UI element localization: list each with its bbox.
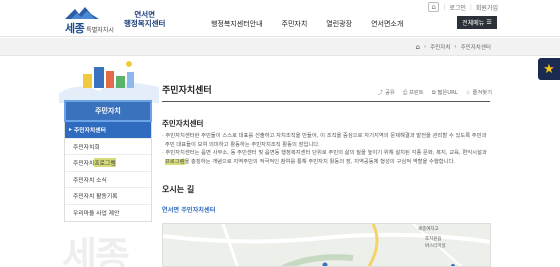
site-logo[interactable]: 세종 특별자치시 연서면 행정복지센터 bbox=[63, 6, 173, 35]
side-nav-item-center[interactable]: ▸ 주민자치센터 bbox=[65, 122, 151, 139]
logo-emblem-icon bbox=[65, 7, 99, 19]
map-label: 세종여자고 bbox=[418, 227, 439, 232]
all-menu-button[interactable]: 전체메뉴 ☰ bbox=[457, 16, 497, 29]
login-link[interactable]: 로그인 bbox=[449, 3, 466, 12]
nav-item-myeon-intro[interactable]: 연서면소개 bbox=[371, 19, 403, 29]
main-nav: 행정복지센터안내 주민자치 열린광장 연서면소개 bbox=[211, 19, 422, 29]
description-paragraph: · 주민자치센터란 주민들이 스스로 대표를 선출하고 자치조직을 만들어, 이… bbox=[162, 133, 487, 148]
directions-subtitle: 연서면 주민자치센터 bbox=[162, 207, 216, 214]
signup-link[interactable]: 회원가입 bbox=[476, 3, 498, 12]
link-icon: ⧉ bbox=[431, 90, 436, 96]
nav-item-resident-autonomy[interactable]: 주민자치 bbox=[282, 19, 308, 29]
title-divider bbox=[162, 101, 490, 102]
side-nav-list: ▸ 주민자치센터 주민자치회 주민자치 프로그램 주민자치 소식 주민자치 활동기… bbox=[64, 122, 152, 222]
logo-city: 세종 특별자치시 bbox=[65, 22, 114, 35]
map-label: 버스터미널 bbox=[425, 244, 446, 249]
print-button[interactable]: ⎙ 프린트 bbox=[403, 88, 424, 97]
breadcrumb: ⌂ › 주민자치 › 주민자치센터 bbox=[415, 43, 491, 51]
home-icon[interactable]: ⌂ bbox=[428, 2, 440, 12]
nav-item-center-info[interactable]: 행정복지센터안내 bbox=[211, 19, 263, 29]
directions-title: 오시는 길 bbox=[162, 185, 195, 194]
star-icon: ☆ bbox=[465, 90, 471, 96]
home-icon[interactable]: ⌂ bbox=[416, 43, 420, 51]
description-paragraph: · 주민자치센터는 읍면 사무소, 동 주민센터 및 읍면동 행정복지센터 단위… bbox=[162, 150, 487, 165]
logo-center-name: 연서면 행정복지센터 bbox=[124, 10, 166, 28]
share-button[interactable]: ⤴ 공유 bbox=[378, 88, 395, 97]
location-map[interactable]: 세종여자고 조치원읍 버스터미널 bbox=[162, 223, 491, 267]
side-nav-title: 주민자치 bbox=[64, 100, 152, 122]
page-title: 주민자치센터 bbox=[162, 86, 212, 96]
utility-links: ⌂ | 로그인 | 회원가입 bbox=[428, 2, 498, 12]
side-nav-item-news[interactable]: 주민자치 소식 bbox=[65, 172, 151, 188]
side-nav: 주민자치 ▸ 주민자치센터 주민자치회 주민자치 프로그램 주민자치 소식 주민자… bbox=[64, 100, 152, 222]
nav-item-open-plaza[interactable]: 열린광장 bbox=[326, 19, 352, 29]
menu-icon: ☰ bbox=[486, 19, 492, 26]
breadcrumb-bar: ⌂ › 주민자치 › 주민자치센터 bbox=[0, 38, 560, 56]
side-nav-item-council[interactable]: 주민자치회 bbox=[65, 139, 151, 155]
side-illustration-icon bbox=[59, 61, 159, 103]
map-label: 조치원읍 bbox=[425, 237, 442, 242]
watermark-logo: 세종 bbox=[62, 234, 130, 267]
side-nav-item-activity-records[interactable]: 주민자치 활동기록 bbox=[65, 188, 151, 205]
breadcrumb-item[interactable]: 주민자치 bbox=[430, 43, 450, 51]
share-icon: ⤴ bbox=[377, 90, 384, 96]
content-tools: ⤴ 공유 ⎙ 프린트 ⧉ 짧은URL ☆ 즐겨찾기 bbox=[378, 88, 492, 97]
side-nav-item-program[interactable]: 주민자치 프로그램 bbox=[65, 155, 151, 172]
side-nav-item-project-proposal[interactable]: 우리마을 사업 제안 bbox=[65, 205, 151, 222]
favorite-button[interactable]: ☆ 즐겨찾기 bbox=[466, 88, 492, 97]
quick-menu-star-icon[interactable]: ★ bbox=[538, 58, 560, 80]
breadcrumb-item[interactable]: 주민자치센터 bbox=[461, 43, 491, 51]
short-url-button[interactable]: ⧉ 짧은URL bbox=[432, 88, 458, 97]
section-title: 주민자치센터 bbox=[162, 119, 204, 128]
description: · 주민자치센터란 주민들이 스스로 대표를 선출하고 자치조직을 만들어, 이… bbox=[162, 132, 490, 166]
all-menu-label: 전체메뉴 bbox=[462, 20, 485, 27]
print-icon: ⎙ bbox=[402, 90, 408, 96]
